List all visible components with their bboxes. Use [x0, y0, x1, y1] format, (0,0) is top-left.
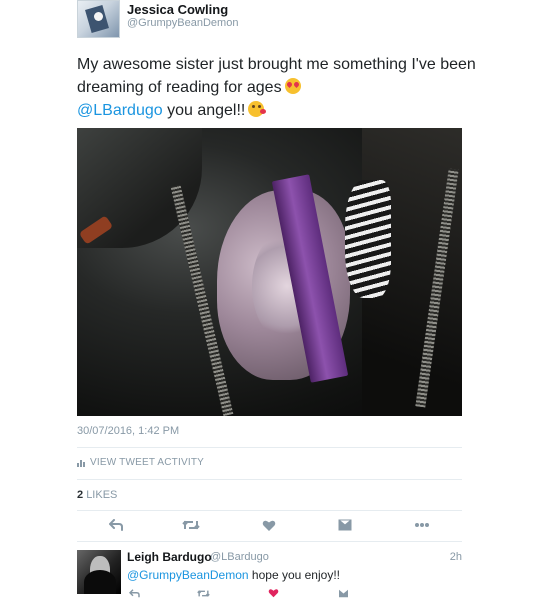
reply-icon[interactable] — [105, 516, 127, 534]
retweet-icon[interactable] — [180, 516, 202, 534]
reply-author-handle[interactable]: @LBardugo — [210, 551, 269, 563]
heart-eyes-emoji-icon — [284, 78, 301, 94]
more-icon[interactable] — [411, 516, 433, 534]
message-icon[interactable] — [338, 587, 349, 601]
view-tweet-activity-link[interactable]: VIEW TWEET ACTIVITY — [77, 457, 204, 468]
reply-icon[interactable] — [128, 587, 140, 601]
tweet-timestamp[interactable]: 30/07/2016, 1:42 PM — [77, 425, 179, 437]
tweet-header: Jessica Cowling @GrumpyBeanDemon — [77, 0, 477, 40]
likes-count[interactable]: 2 LIKES — [77, 489, 117, 501]
tweet-actions — [77, 516, 462, 536]
tweet-line-2-text: dreaming of reading for ages — [77, 79, 282, 96]
tweet-line-3-text: you angel!! — [167, 102, 246, 119]
likes-number: 2 — [77, 489, 84, 501]
reply-time[interactable]: 2h — [450, 551, 462, 563]
tweet-line-3: @LBardugo you angel!! — [77, 99, 477, 122]
divider — [77, 541, 462, 542]
author-name[interactable]: Jessica Cowling — [127, 2, 228, 17]
reply-avatar[interactable] — [77, 550, 121, 594]
divider — [77, 447, 462, 448]
bar-chart-icon — [77, 459, 85, 467]
reply-actions — [127, 587, 377, 601]
retweet-icon[interactable] — [197, 587, 210, 601]
message-icon[interactable] — [334, 516, 356, 534]
avatar[interactable] — [77, 0, 120, 38]
tweet-photo[interactable] — [77, 128, 462, 416]
mention-link[interactable]: @LBardugo — [77, 102, 163, 119]
reply-author-name[interactable]: Leigh Bardugo — [127, 550, 212, 564]
tweet-text: My awesome sister just brought me someth… — [77, 53, 477, 122]
reply-text: @GrumpyBeanDemon hope you enjoy!! — [127, 568, 340, 582]
heart-icon[interactable] — [268, 587, 279, 601]
tweet-line-2: dreaming of reading for ages — [77, 76, 477, 99]
activity-label: VIEW TWEET ACTIVITY — [90, 457, 205, 468]
likes-label: LIKES — [86, 489, 118, 501]
kiss-emoji-icon — [248, 101, 267, 117]
heart-icon[interactable] — [258, 516, 280, 534]
author-handle[interactable]: @GrumpyBeanDemon — [127, 17, 238, 29]
photo-striped-fabric — [345, 180, 391, 298]
reply-body: hope you enjoy!! — [251, 568, 340, 582]
divider — [77, 510, 462, 511]
tweet-line-1: My awesome sister just brought me someth… — [77, 56, 476, 73]
reply-mention-link[interactable]: @GrumpyBeanDemon — [127, 568, 249, 582]
reply-tweet[interactable]: Leigh Bardugo @LBardugo 2h @GrumpyBeanDe… — [77, 548, 462, 605]
divider — [77, 479, 462, 480]
